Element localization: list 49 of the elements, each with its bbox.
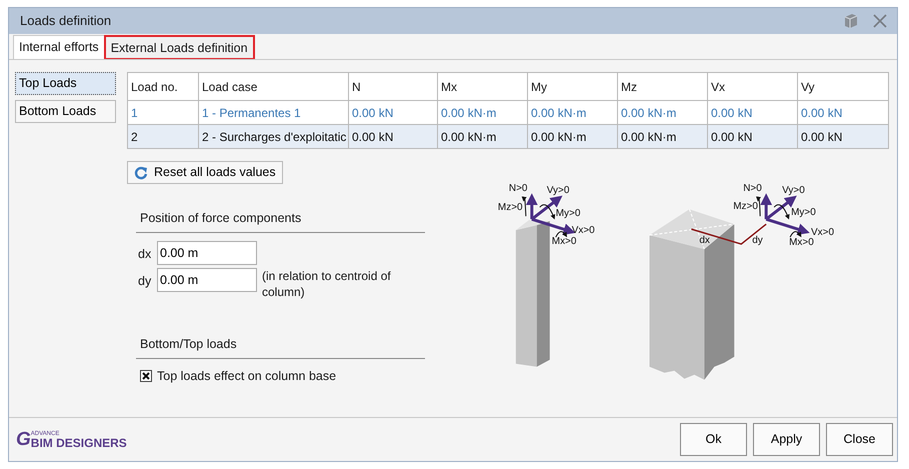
axis-label: N>0	[509, 183, 528, 194]
dialog-button[interactable]: Close	[826, 423, 893, 456]
window-title: Loads definition	[20, 12, 112, 30]
axis-label: N>0	[743, 183, 762, 194]
axis-label: dx	[700, 235, 710, 246]
axis-label: Vy>0	[782, 185, 805, 196]
table-cell[interactable]: 0.00 kN	[798, 124, 888, 148]
reset-button[interactable]: Reset all loads values	[127, 161, 283, 184]
column-header: N	[348, 72, 438, 100]
table-cell[interactable]: 0.00 kN·m	[438, 124, 528, 148]
table-cell[interactable]: 2 - Surcharges d'exploitatic	[198, 124, 348, 148]
column-header: My	[528, 72, 618, 100]
column-header: Mz	[618, 72, 708, 100]
section-heading: Position of force components	[136, 209, 426, 233]
tab[interactable]: External Loads definition	[104, 36, 254, 59]
note-text: (in relation to centroid of column)	[262, 268, 392, 300]
sidebar-item[interactable]: Bottom Loads	[15, 100, 116, 123]
axis-label: dy	[752, 235, 763, 246]
dialog-button[interactable]: Ok	[680, 423, 747, 456]
column-header: Mx	[438, 72, 528, 100]
logo-mark: G	[16, 430, 31, 450]
input-field[interactable]: 0.00 m	[157, 268, 257, 292]
field-label: dx	[137, 246, 152, 263]
section-heading: Bottom/Top loads	[136, 334, 426, 358]
table-cell[interactable]: 0.00 kN·m	[528, 124, 618, 148]
axis-label: Mz>0	[498, 202, 523, 214]
input-field[interactable]: 0.00 m	[157, 240, 257, 265]
table-cell[interactable]: 0.00 kN·m	[618, 124, 708, 148]
column-header: Vx	[708, 72, 798, 100]
logo-text: BIM DESIGNERS	[30, 436, 127, 450]
checkbox-label: Top loads effect on column base	[157, 368, 336, 385]
axis-label: Vx>0	[572, 225, 595, 236]
axis-label: My>0	[556, 208, 581, 220]
column-header: Load no.	[128, 72, 198, 100]
axis-label: Vx>0	[811, 227, 834, 238]
column-header: Load case	[198, 72, 348, 100]
tab[interactable]: Internal efforts	[13, 35, 105, 59]
axis-label: Mx>0	[552, 236, 577, 248]
axis-label: Mz>0	[733, 201, 758, 212]
table-cell[interactable]: 2	[128, 124, 198, 148]
sidebar-item[interactable]: Top Loads	[15, 72, 116, 95]
dialog-button[interactable]: Apply	[753, 423, 820, 456]
table-cell[interactable]: 0.00 kN	[708, 124, 798, 148]
axis-label: Vy>0	[546, 185, 570, 196]
column-header: Vy	[798, 72, 888, 100]
axis-label: My>0	[791, 207, 816, 218]
table-cell[interactable]: 0.00 kN	[348, 124, 438, 148]
axis-label: Mx>0	[789, 237, 814, 248]
field-label: dy	[137, 272, 152, 290]
